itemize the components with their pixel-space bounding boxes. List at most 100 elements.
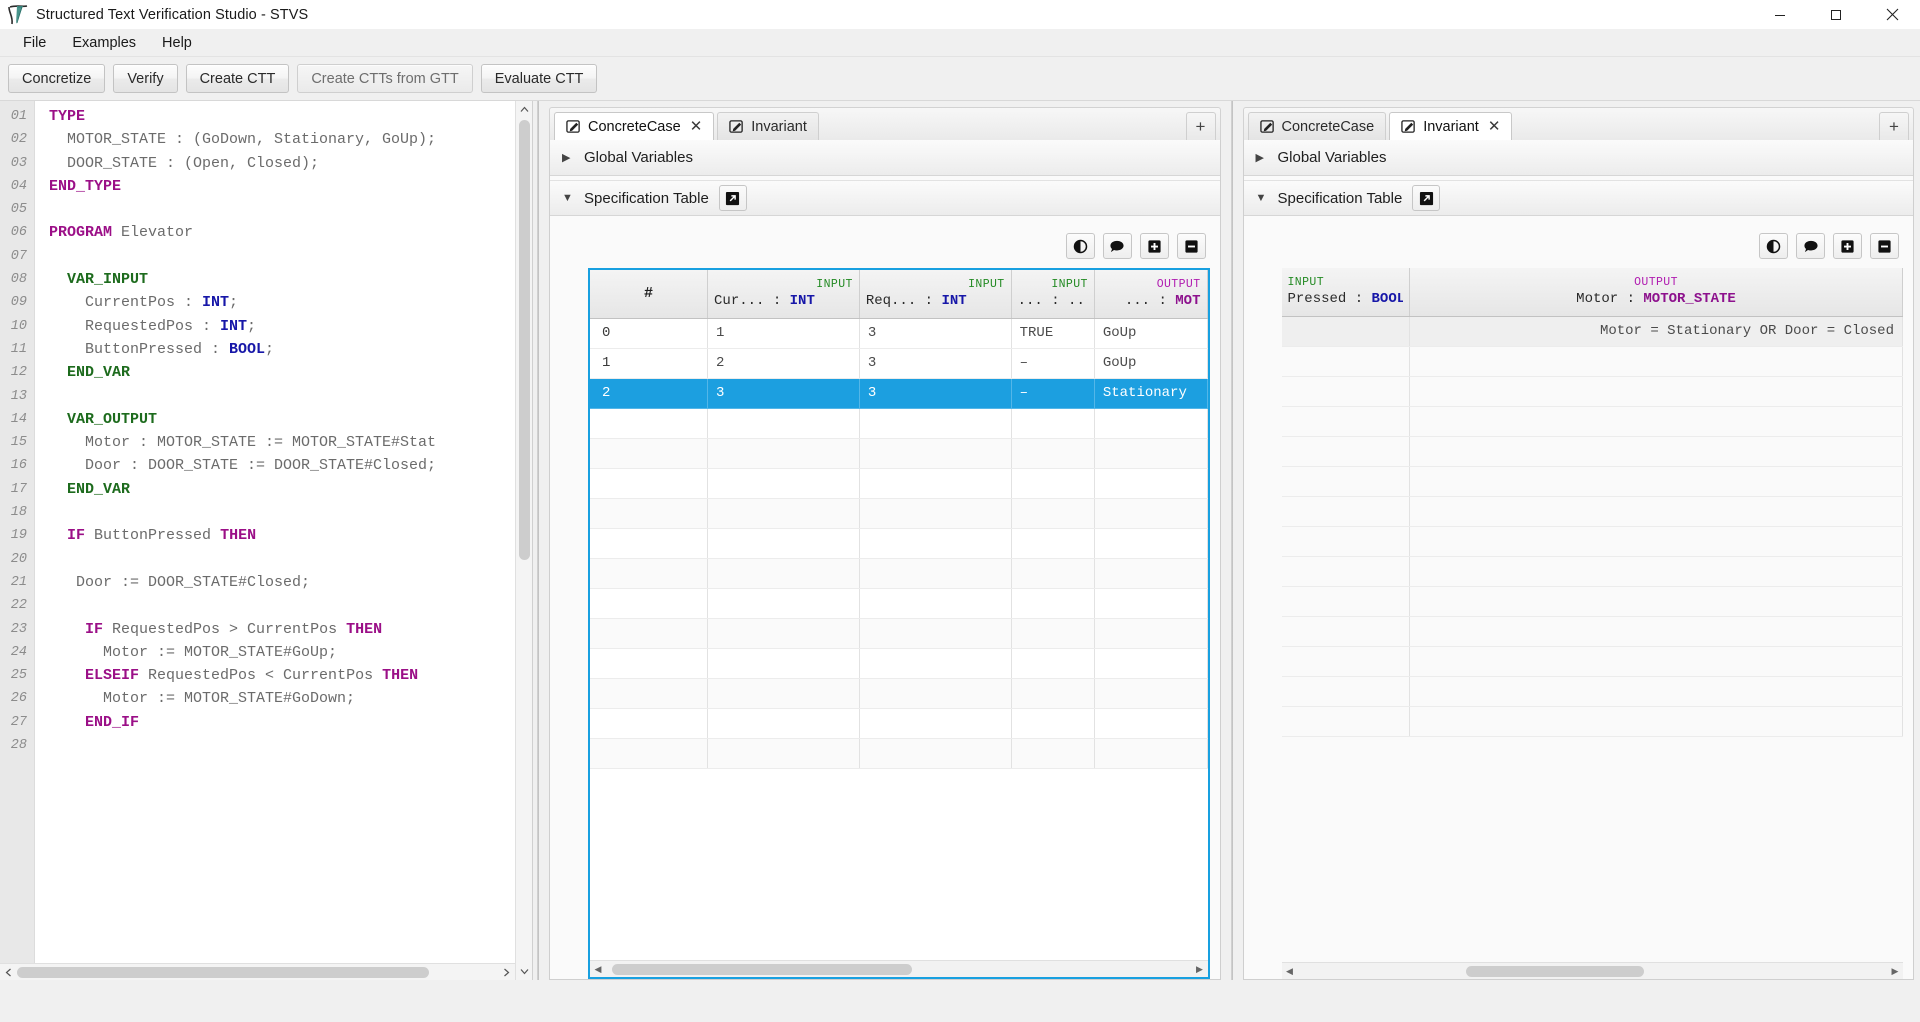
table-cell[interactable]: [859, 528, 1012, 559]
table-row-empty[interactable]: [590, 438, 1208, 469]
code-line[interactable]: END_VAR: [49, 478, 532, 501]
table-cell[interactable]: [707, 438, 860, 469]
chevron-right-icon[interactable]: [498, 964, 515, 981]
table-cell[interactable]: [1409, 346, 1903, 377]
table-cell[interactable]: [1281, 616, 1410, 647]
table-cell[interactable]: [1409, 706, 1903, 737]
table-cell[interactable]: [1011, 408, 1095, 439]
table-cell[interactable]: [1011, 708, 1095, 739]
section-specification-table-middle[interactable]: ▼ Specification Table: [550, 180, 1220, 216]
table-row-empty[interactable]: [590, 648, 1208, 679]
table-cell[interactable]: [1281, 346, 1410, 377]
code-line[interactable]: END_IF: [49, 711, 532, 734]
table-row-empty[interactable]: [590, 738, 1208, 769]
table-cell[interactable]: [1281, 706, 1410, 737]
table-cell[interactable]: [1011, 588, 1095, 619]
table-cell[interactable]: TRUE: [1011, 318, 1095, 349]
code-line[interactable]: MOTOR_STATE : (GoDown, Stationary, GoUp)…: [49, 128, 532, 151]
table-cell[interactable]: [1281, 646, 1410, 677]
code-line[interactable]: Motor := MOTOR_STATE#GoDown;: [49, 687, 532, 710]
code-line[interactable]: [49, 734, 532, 757]
table-cell[interactable]: [859, 468, 1012, 499]
table-cell[interactable]: –: [1011, 378, 1095, 409]
table-cell[interactable]: [590, 558, 709, 589]
code-line[interactable]: Motor : MOTOR_STATE := MOTOR_STATE#Stat: [49, 431, 532, 454]
table-row-empty[interactable]: [1281, 616, 1903, 647]
chevron-up-icon[interactable]: [516, 101, 533, 118]
splitter-right[interactable]: [1226, 101, 1237, 980]
chevron-down-icon[interactable]: [516, 963, 533, 980]
table-cell[interactable]: [859, 558, 1012, 589]
section-specification-table-right[interactable]: ▼ Specification Table: [1243, 180, 1913, 216]
table-cell[interactable]: [590, 738, 709, 769]
close-icon[interactable]: ✕: [690, 119, 703, 134]
plus-square-icon[interactable]: [1833, 233, 1862, 259]
table-row-empty[interactable]: [590, 408, 1208, 439]
table-row-empty[interactable]: [590, 468, 1208, 499]
code-line[interactable]: IF ButtonPressed THEN: [49, 524, 532, 547]
verify-button[interactable]: Verify: [113, 64, 178, 93]
table-cell[interactable]: [1094, 468, 1208, 499]
table-cell[interactable]: [590, 678, 709, 709]
table-cell[interactable]: [590, 708, 709, 739]
code-line[interactable]: [49, 198, 532, 221]
table-cell[interactable]: [707, 558, 860, 589]
row-index[interactable]: 1: [590, 348, 709, 379]
table-cell[interactable]: GoUp: [1094, 318, 1208, 349]
table-cell[interactable]: [1011, 558, 1095, 589]
table-cell[interactable]: [590, 438, 709, 469]
table-cell[interactable]: [1409, 616, 1903, 647]
maximize-button[interactable]: [1808, 0, 1864, 29]
table-cell[interactable]: [1409, 586, 1903, 617]
table-cell[interactable]: [1011, 648, 1095, 679]
code-line[interactable]: [49, 385, 532, 408]
table-row-empty[interactable]: [1281, 466, 1903, 497]
code-line[interactable]: Motor := MOTOR_STATE#GoUp;: [49, 641, 532, 664]
table-cell[interactable]: [1409, 466, 1903, 497]
table-cell[interactable]: [707, 708, 860, 739]
table-cell[interactable]: 3: [859, 348, 1012, 379]
code-line[interactable]: END_VAR: [49, 361, 532, 384]
middle-table-hscrollbar[interactable]: ◀ ▶: [590, 960, 1208, 977]
table-row-empty[interactable]: [1281, 496, 1903, 527]
table-row-empty[interactable]: [590, 588, 1208, 619]
code-editor-body[interactable]: 01 02 03 04 05 06 07 08 09 10 11 12 13 14 15 16 17 18 19 20…: [0, 101, 532, 980]
minimize-button[interactable]: [1752, 0, 1808, 29]
table-row[interactable]: 1 2 3– GoUp: [590, 348, 1208, 379]
close-button[interactable]: [1864, 0, 1920, 29]
chevron-right-icon[interactable]: ▶: [1887, 966, 1903, 977]
table-cell[interactable]: [1409, 676, 1903, 707]
table-cell[interactable]: [859, 738, 1012, 769]
table-cell[interactable]: [1094, 408, 1208, 439]
menu-item-file[interactable]: File: [10, 32, 59, 54]
table-cell[interactable]: [1409, 406, 1903, 437]
table-cell[interactable]: [590, 618, 709, 649]
section-global-variables-right[interactable]: ▶ Global Variables: [1243, 140, 1913, 176]
table-cell[interactable]: [1409, 436, 1903, 467]
editor-vscroll-thumb[interactable]: [518, 120, 530, 560]
table-cell[interactable]: [1011, 678, 1095, 709]
minus-square-icon[interactable]: [1870, 233, 1899, 259]
table-cell[interactable]: [1094, 648, 1208, 679]
table-cell[interactable]: [1094, 708, 1208, 739]
code-line[interactable]: Door : DOOR_STATE := DOOR_STATE#Closed;: [49, 454, 532, 477]
table-cell[interactable]: [707, 498, 860, 529]
table-row[interactable]: 2 3 3– Stationary: [590, 378, 1208, 409]
table-row-empty[interactable]: [590, 708, 1208, 739]
table-cell[interactable]: [859, 588, 1012, 619]
table-cell[interactable]: [1409, 646, 1903, 677]
table-cell[interactable]: [1094, 678, 1208, 709]
table-cell[interactable]: [590, 648, 709, 679]
table-row-empty[interactable]: [590, 678, 1208, 709]
code-line[interactable]: IF RequestedPos > CurrentPos THEN: [49, 618, 532, 641]
table-row-empty[interactable]: [1281, 376, 1903, 407]
table-cell[interactable]: [1094, 498, 1208, 529]
table-cell[interactable]: [1409, 376, 1903, 407]
table-cell[interactable]: [707, 618, 860, 649]
table-cell[interactable]: [1409, 496, 1903, 527]
table-row[interactable]: 0 1 3 TRUE GoUp: [590, 318, 1208, 349]
popout-icon[interactable]: [1412, 185, 1441, 211]
table-cell[interactable]: [1281, 496, 1410, 527]
popout-icon[interactable]: [718, 185, 747, 211]
table-cell[interactable]: [1094, 528, 1208, 559]
